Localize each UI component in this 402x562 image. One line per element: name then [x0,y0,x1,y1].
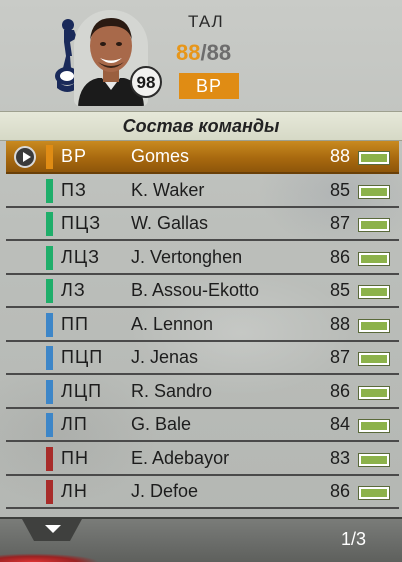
player-position: ЛЗ [61,280,86,300]
position-color-stripe [46,346,53,370]
fitness-bar-icon [359,253,389,265]
player-position: ЛН [61,481,88,501]
player-name: R. Sandro [131,381,213,401]
player-name: A. Lennon [131,314,214,334]
player-rating-value: 87 [329,213,350,233]
player-rating-value: 88 [329,146,350,166]
player-rating-value: 86 [329,247,350,267]
position-color-stripe [46,380,53,404]
player-name: J. Vertonghen [131,247,243,267]
player-position: ПН [61,448,89,468]
player-row[interactable]: ПЗ K. Waker 85 [6,175,399,208]
player-position: ЛЦП [61,381,103,401]
player-name: W. Gallas [131,213,209,233]
player-rating-value: 86 [329,481,350,501]
player-rating-value: 84 [329,414,350,434]
player-name: K. Waker [131,180,205,200]
position-color-stripe [46,179,53,203]
rating-current: 88 [176,40,201,65]
player-rating: 88/88 [176,40,231,66]
player-rating-value: 87 [329,347,350,367]
chevron-down-icon[interactable] [45,525,61,533]
player-name: B. Assou-Ekotto [131,280,260,300]
player-rating-value: 83 [329,448,350,468]
fitness-bar-icon [359,286,389,298]
position-color-stripe [46,480,53,504]
page-indicator: 1/3 [340,529,366,549]
position-color-stripe [46,313,53,337]
fitness-bar-icon [359,152,389,164]
player-row[interactable]: ПН E. Adebayor 83 [6,443,399,476]
fitness-bar-icon [359,186,389,198]
player-rating-value: 88 [329,314,350,334]
player-header: 98 ТАЛ 88/88 ВР [0,0,402,110]
player-rating-value: 86 [329,381,350,401]
player-rating-value: 85 [329,180,350,200]
player-name: E. Adebayor [131,448,230,468]
fitness-bar-icon [359,320,389,332]
corner-decoration [0,552,110,562]
player-position: ЛЦЗ [61,247,100,267]
player-row[interactable]: ЛЗ B. Assou-Ekotto 85 [6,275,399,308]
position-badge: ВР [179,73,239,99]
player-position: ПП [61,314,89,334]
player-position: ПЦЗ [61,213,102,233]
team-abbreviation: ТАЛ [188,12,224,31]
player-row[interactable]: ЛП G. Bale 84 [6,409,399,442]
footer-bar: 1/3 [0,517,402,562]
position-color-stripe [46,413,53,437]
player-row[interactable]: ПП A. Lennon 88 [6,309,399,342]
player-row[interactable]: ЛЦП R. Sandro 86 [6,376,399,409]
section-title: Состав команды [0,111,402,141]
fitness-bar-icon [359,454,389,466]
fitness-bar-icon [359,353,389,365]
rating-max: 88 [206,40,232,65]
overall-rating-badge: 98 [130,66,162,98]
player-position: ПЦП [61,347,104,367]
fitness-bar-icon [359,219,389,231]
player-row[interactable]: ВР Gomes 88 [6,141,399,174]
player-row[interactable]: ПЦП J. Jenas 87 [6,342,399,375]
player-name: J. Jenas [131,347,199,367]
fitness-bar-icon [359,420,389,432]
player-row[interactable]: ПЦЗ W. Gallas 87 [6,208,399,241]
position-color-stripe [46,279,53,303]
player-rating-value: 85 [329,280,350,300]
play-icon[interactable] [14,146,36,168]
squad-panel: 98 ТАЛ 88/88 ВР Состав команды ВР Gomes 88… [0,0,402,562]
player-name: J. Defoe [131,481,199,501]
position-color-stripe [46,212,53,236]
fitness-bar-icon [359,487,389,499]
player-row[interactable]: ЛН J. Defoe 86 [6,476,399,509]
player-position: ЛП [61,414,88,434]
player-row[interactable]: ЛЦЗ J. Vertonghen 86 [6,242,399,275]
position-color-stripe [46,246,53,270]
player-name: Gomes [131,146,190,166]
position-color-stripe [46,447,53,471]
position-color-stripe [46,145,53,169]
player-name: G. Bale [131,414,192,434]
player-position: ВР [61,146,88,166]
fitness-bar-icon [359,387,389,399]
player-position: ПЗ [61,180,87,200]
